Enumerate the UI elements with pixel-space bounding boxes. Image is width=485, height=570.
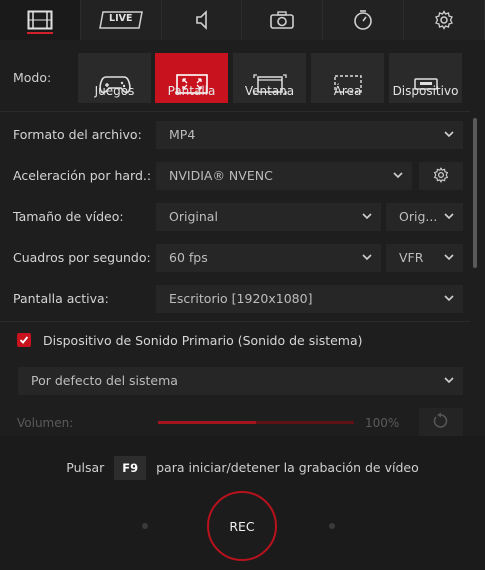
mode-window-button[interactable]: Ventana — [233, 53, 306, 103]
active-screen-select[interactable]: Escritorio [1920x1080] — [156, 285, 463, 313]
chevron-down-icon — [444, 377, 454, 384]
chevron-down-icon — [393, 172, 403, 179]
mode-screen-button[interactable]: Pantalla — [155, 53, 228, 103]
file-format-row: Formato del archivo: MP4 — [0, 121, 470, 149]
mode-label: Modo: — [13, 70, 52, 85]
audio-device-select[interactable]: Por defecto del sistema — [18, 367, 463, 395]
hotkey-badge: F9 — [114, 456, 147, 480]
divider — [0, 321, 470, 322]
fps-row: Cuadros por segundo: 60 fps VFR — [0, 244, 470, 272]
video-size-label: Tamaño de vídeo: — [13, 209, 124, 224]
mode-games-button[interactable]: Juegos — [78, 53, 151, 103]
reset-icon — [432, 412, 450, 433]
active-screen-label: Pantalla activa: — [13, 291, 109, 306]
hint-suffix: para iniciar/detener la grabación de víd… — [156, 460, 419, 475]
file-format-select[interactable]: MP4 — [156, 121, 463, 149]
tab-timer[interactable] — [323, 0, 405, 40]
timer-icon — [352, 9, 374, 31]
fps-value: 60 fps — [169, 250, 208, 265]
tab-video[interactable] — [0, 0, 81, 40]
chevron-down-icon — [444, 254, 454, 261]
hw-accel-settings-button[interactable] — [419, 162, 463, 190]
top-tab-bar: LIVE — [0, 0, 485, 40]
divider — [0, 111, 470, 112]
file-format-value: MP4 — [169, 127, 196, 142]
active-screen-value: Escritorio [1920x1080] — [169, 291, 313, 306]
check-icon — [19, 336, 29, 344]
indicator-dot-left — [142, 523, 148, 529]
active-screen-row: Pantalla activa: Escritorio [1920x1080] — [0, 285, 470, 313]
gear-icon — [433, 166, 449, 186]
live-icon: LIVE — [98, 11, 143, 29]
mode-window-label: Ventana — [244, 84, 295, 98]
volume-slider-fill — [158, 421, 256, 424]
camera-icon — [269, 10, 295, 30]
video-size-secondary-value: Orig... — [399, 209, 438, 224]
tab-settings[interactable] — [404, 0, 485, 40]
gear-icon — [434, 10, 454, 30]
hw-accel-select[interactable]: NVIDIA® NVENC — [156, 162, 412, 190]
mode-screen-label: Pantalla — [167, 84, 216, 98]
tab-screenshot[interactable] — [242, 0, 324, 40]
fps-select[interactable]: 60 fps — [156, 244, 381, 272]
indicator-dot-right — [329, 523, 335, 529]
video-size-value: Original — [169, 209, 218, 224]
settings-scrollbar[interactable] — [473, 118, 477, 268]
file-format-label: Formato del archivo: — [13, 127, 142, 142]
mode-games-label: Juegos — [94, 84, 135, 98]
hw-accel-label: Aceleración por hard.: — [13, 168, 152, 183]
fps-label: Cuadros por segundo: — [13, 250, 151, 265]
audio-device-row: Por defecto del sistema — [18, 367, 463, 395]
hint-prefix: Pulsar — [66, 460, 105, 475]
chevron-down-icon — [444, 295, 454, 302]
chevron-down-icon — [362, 213, 372, 220]
volume-reset-button[interactable] — [419, 408, 463, 436]
mode-device-button[interactable]: Dispositivo — [389, 53, 462, 103]
capture-mode-row: Modo: Juegos Pantalla Ventana Área Dispo… — [0, 44, 485, 110]
speaker-icon — [194, 9, 210, 31]
volume-label: Volumen: — [17, 416, 74, 430]
film-icon — [27, 10, 53, 30]
primary-audio-checkbox[interactable] — [17, 333, 31, 347]
frame-rate-mode-value: VFR — [399, 250, 424, 265]
record-footer: Pulsar F9 para iniciar/detener la grabac… — [0, 436, 485, 570]
primary-audio-label: Dispositivo de Sonido Primario (Sonido d… — [43, 333, 363, 348]
hw-accel-row: Aceleración por hard.: NVIDIA® NVENC — [0, 162, 470, 190]
volume-value: 100% — [365, 416, 400, 430]
rec-button[interactable]: REC — [207, 491, 277, 561]
chevron-down-icon — [444, 213, 454, 220]
rec-label: REC — [229, 518, 255, 534]
chevron-down-icon — [362, 254, 372, 261]
record-hint: Pulsar F9 para iniciar/detener la grabac… — [0, 456, 485, 480]
volume-slider[interactable] — [158, 421, 354, 424]
audio-device-value: Por defecto del sistema — [31, 373, 178, 388]
hw-accel-value: NVIDIA® NVENC — [169, 168, 273, 183]
tab-audio[interactable] — [161, 0, 243, 40]
mode-area-label: Área — [333, 84, 362, 98]
video-size-row: Tamaño de vídeo: Original Orig... — [0, 203, 470, 231]
video-size-select[interactable]: Original — [156, 203, 381, 231]
video-size-secondary-select[interactable]: Orig... — [386, 203, 463, 231]
tab-live[interactable]: LIVE — [80, 0, 162, 40]
mode-device-label: Dispositivo — [392, 84, 459, 98]
frame-rate-mode-select[interactable]: VFR — [386, 244, 463, 272]
mode-area-button[interactable]: Área — [311, 53, 384, 103]
chevron-down-icon — [444, 131, 454, 138]
live-label: LIVE — [109, 13, 133, 24]
